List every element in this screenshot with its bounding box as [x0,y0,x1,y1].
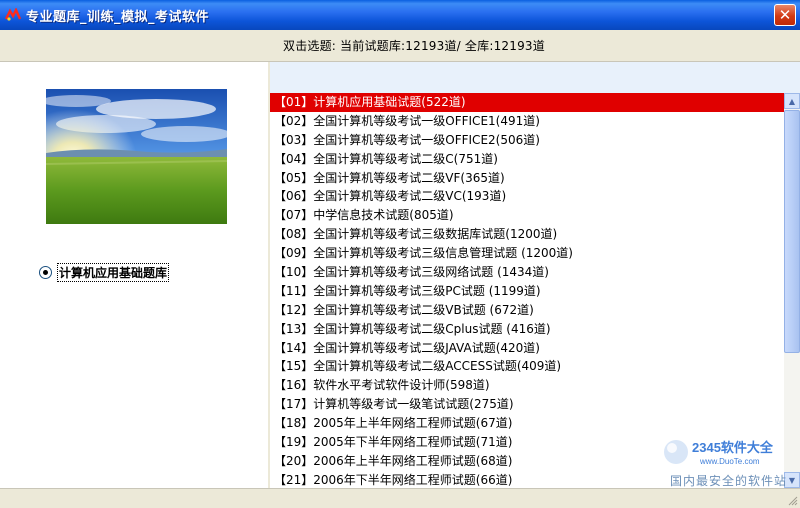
list-item[interactable]: 【11】全国计算机等级考试三级PC试题 (1199道) [270,282,784,301]
left-panel: 计算机应用基础题库 [0,62,268,488]
close-button[interactable]: ✕ [774,4,796,26]
window-title: 专业题库_训练_模拟_考试软件 [26,9,210,25]
watermark-logo: 2345软件大全 www.DuoTe.com [660,436,800,468]
arrow-down-icon: ▼ [788,475,796,485]
resize-grip-icon[interactable] [786,494,798,506]
right-panel: 【01】计算机应用基础试题(522道) 【02】全国计算机等级考试一级OFFICE… [270,62,800,488]
list-item[interactable]: 【14】全国计算机等级考试二级JAVA试题(420道) [270,339,784,358]
scroll-up-button[interactable]: ▲ [784,93,800,109]
list-header [270,62,800,93]
list-item[interactable]: 【05】全国计算机等级考试二级VF(365道) [270,169,784,188]
vertical-scrollbar[interactable]: ▲ ▼ [784,93,800,488]
list-item[interactable]: 【03】全国计算机等级考试一级OFFICE2(506道) [270,131,784,150]
list-item[interactable]: 【04】全国计算机等级考试二级C(751道) [270,150,784,169]
title-bar[interactable]: 专业题库_训练_模拟_考试软件 ✕ [0,0,800,30]
list-item[interactable]: 【08】全国计算机等级考试三级数据库试题(1200道) [270,225,784,244]
arrow-up-icon: ▲ [788,96,796,106]
list-item[interactable]: 【17】计算机等级考试一级笔试试题(275道) [270,395,784,414]
watermark-logo-text: 2345软件大全 [692,440,774,455]
radio-label: 计算机应用基础题库 [57,263,170,282]
question-count-info: 双击选题: 当前试题库:12193道/ 全库:12193道 [283,39,545,53]
list-item[interactable]: 【06】全国计算机等级考试二级VC(193道) [270,187,784,206]
list-item[interactable]: 【13】全国计算机等级考试二级Cplus试题 (416道) [270,320,784,339]
list-item[interactable]: 【09】全国计算机等级考试三级信息管理试题 (1200道) [270,244,784,263]
list-item[interactable]: 【18】2005年上半年网络工程师试题(67道) [270,414,784,433]
list-item[interactable]: 【07】中学信息技术试题(805道) [270,206,784,225]
status-bar [0,488,800,508]
question-bank-radio[interactable]: 计算机应用基础题库 [39,263,170,282]
list-item[interactable]: 【15】全国计算机等级考试二级ACCESS试题(409道) [270,357,784,376]
radio-button[interactable] [39,266,52,279]
landscape-image [46,89,227,224]
watermark-slogan: 国内最安全的软件站 [670,474,788,488]
scroll-thumb[interactable] [784,110,800,353]
watermark-url: www.DuoTe.com [699,457,760,466]
close-icon: ✕ [778,5,792,24]
question-bank-list[interactable]: 【01】计算机应用基础试题(522道) 【02】全国计算机等级考试一级OFFICE… [270,93,784,488]
list-item[interactable]: 【02】全国计算机等级考试一级OFFICE1(491道) [270,112,784,131]
app-logo-icon [4,7,22,23]
list-item[interactable]: 【10】全国计算机等级考试三级网络试题 (1434道) [270,263,784,282]
list-item[interactable]: 【01】计算机应用基础试题(522道) [270,93,784,112]
info-bar: 双击选题: 当前试题库:12193道/ 全库:12193道 [0,30,800,62]
list-item[interactable]: 【16】软件水平考试软件设计师(598道) [270,376,784,395]
list-item[interactable]: 【12】全国计算机等级考试二级VB试题 (672道) [270,301,784,320]
